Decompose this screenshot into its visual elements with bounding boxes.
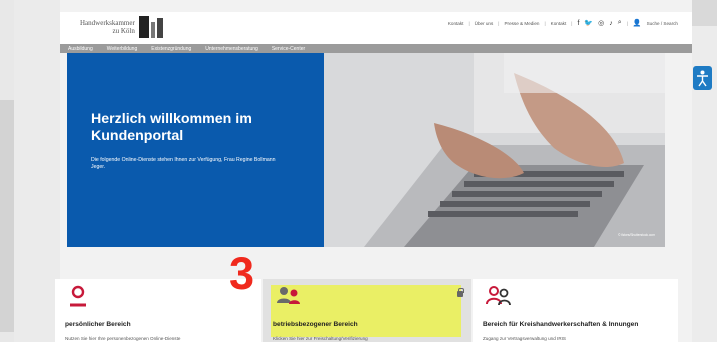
mainnav-service-center[interactable]: Service-Center (272, 46, 305, 52)
mainnav-existenzgruendung[interactable]: Existenzgründung (151, 46, 191, 52)
search-icon[interactable]: ⌕ (618, 19, 622, 27)
topnav-item-2[interactable]: Über uns (475, 21, 494, 26)
left-background-inner (14, 0, 60, 342)
card-description: Zugang zur Vertragsverwaltung und IRIS (483, 336, 566, 341)
main-navigation: Ausbildung Weiterbildung Existenzgründun… (60, 44, 692, 53)
separator: | (626, 20, 628, 26)
facebook-icon[interactable]: f (577, 20, 579, 27)
hero-title: Herzlich willkommen im Kundenportal (91, 111, 252, 144)
card-title: persönlicher Bereich (65, 321, 131, 328)
mainnav-weiterbildung[interactable]: Weiterbildung (107, 46, 137, 52)
user-icon[interactable]: 👤 (633, 19, 642, 27)
top-navigation: Kontakt | Über uns | Presse & Medien | K… (448, 19, 678, 27)
mainnav-unternehmensberatung[interactable]: Unternehmensberatung (205, 46, 258, 52)
logo-line-1: Handwerkskammer (80, 19, 135, 27)
separator: | (498, 20, 500, 26)
hero-banner: Herzlich willkommen im Kundenportal Die … (67, 53, 665, 247)
lock-icon (457, 288, 464, 297)
card-title: Bereich für Kreishandwerkerschaften & In… (483, 321, 639, 328)
instagram-icon[interactable]: ◎ (598, 19, 604, 27)
right-background-corner (692, 0, 717, 26)
topnav-item-1[interactable]: Kontakt (448, 21, 464, 26)
separator: | (544, 20, 546, 26)
hero-text-panel: Herzlich willkommen im Kundenportal Die … (67, 53, 324, 247)
hero-image: © fizkes/Shutterstock.com (324, 53, 665, 247)
laptop-hands-illustration (324, 53, 665, 247)
left-background-shadow (0, 100, 14, 332)
card-description: Klicken Sie hier zur Freischaltung/Verif… (273, 336, 368, 341)
hero-description: Die folgende Online-Dienste stehen Ihnen… (91, 157, 276, 170)
logo-mark-icon (138, 16, 163, 38)
left-background (0, 0, 60, 342)
image-credit: © fizkes/Shutterstock.com (618, 233, 655, 237)
site-header: Handwerkskammer zu Köln Kontakt | Über u… (60, 12, 692, 44)
person-icon (70, 285, 86, 307)
annotation-number: 3 (229, 248, 255, 299)
logo-text: Handwerkskammer zu Köln (80, 19, 135, 35)
topnav-item-3[interactable]: Presse & Medien (504, 21, 539, 26)
card-title: betriebsbezogener Bereich (273, 321, 358, 328)
card-guild-area[interactable]: Bereich für Kreishandwerkerschaften & In… (473, 279, 678, 342)
right-background (692, 0, 717, 342)
separator: | (468, 20, 470, 26)
accessibility-icon[interactable] (693, 66, 712, 90)
topnav-item-4[interactable]: Kontakt (551, 21, 567, 26)
twitter-icon[interactable]: 🐦 (584, 19, 593, 27)
separator: | (571, 20, 573, 26)
search-link[interactable]: Suche / Search (647, 21, 678, 26)
logo[interactable]: Handwerkskammer zu Köln (80, 16, 163, 38)
group-icon (277, 287, 300, 304)
logo-line-2: zu Köln (112, 27, 135, 35)
mainnav-ausbildung[interactable]: Ausbildung (68, 46, 93, 52)
card-business-area[interactable]: betriebsbezogener Bereich Klicken Sie hi… (263, 279, 471, 342)
group-icon (486, 286, 511, 306)
card-description: Nutzen Sie hier Ihre personenbezogenen O… (65, 336, 181, 341)
tiktok-icon[interactable]: ♪ (609, 20, 613, 27)
